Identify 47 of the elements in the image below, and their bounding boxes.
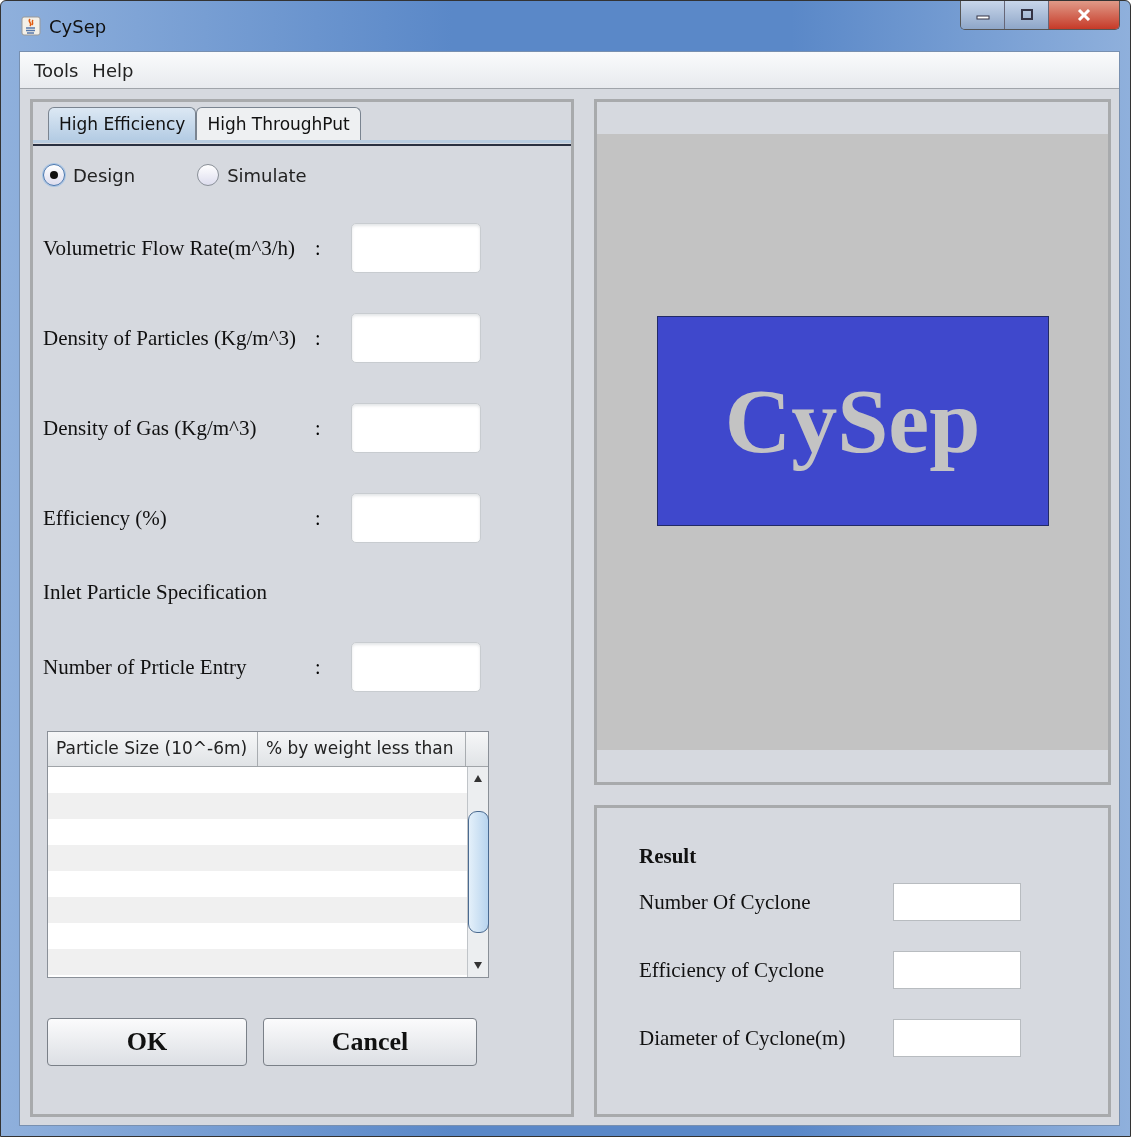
menu-item[interactable]: Tools <box>34 59 79 81</box>
colon: : <box>315 326 322 350</box>
column-header[interactable]: % by weight less than <box>258 732 466 766</box>
cup-icon <box>21 16 41 36</box>
maximize-button[interactable] <box>1005 1 1049 29</box>
result-field[interactable] <box>893 1019 1021 1057</box>
vertical-scrollbar[interactable] <box>467 767 488 977</box>
minimize-button[interactable] <box>961 1 1005 29</box>
input-field[interactable] <box>351 313 481 363</box>
window-title: CySep <box>49 15 107 37</box>
menu-item[interactable]: Help <box>92 59 134 81</box>
logo: CySep <box>656 316 1049 526</box>
field-label: Volumetric Flow Rate(m^3/h) <box>43 235 297 261</box>
column-header[interactable]: Particle Size (10^-6m) <box>48 732 258 766</box>
maximize-icon <box>1019 9 1034 21</box>
radio-label: Simulate <box>227 164 307 186</box>
field-label: Density of Particles (Kg/m^3) <box>43 325 298 351</box>
result-field[interactable] <box>893 951 1021 989</box>
input-field[interactable] <box>351 223 481 273</box>
result-label: Efficiency of Cyclone <box>639 957 826 983</box>
colon: : <box>315 236 322 260</box>
tab[interactable]: High Efficiency <box>48 107 197 140</box>
colon: : <box>315 655 322 679</box>
close-icon <box>1076 9 1092 21</box>
input-field[interactable] <box>351 493 481 543</box>
field-label: Number of Prticle Entry <box>43 654 248 680</box>
radio-label: Design <box>73 164 136 186</box>
down-arrow-icon[interactable] <box>473 961 483 971</box>
section-heading: Inlet Particle Specification <box>42 579 268 605</box>
result-field[interactable] <box>893 883 1021 921</box>
tab[interactable]: High ThroughPut <box>196 107 361 140</box>
colon: : <box>315 416 322 440</box>
radio-button[interactable] <box>197 164 220 186</box>
close-button[interactable] <box>1049 1 1119 29</box>
field-label: Efficiency (%) <box>43 505 168 531</box>
dialog-button[interactable]: OK <box>47 1018 247 1066</box>
result-label: Diameter of Cyclone(m) <box>639 1025 847 1051</box>
field-label: Density of Gas (Kg/m^3) <box>43 415 258 441</box>
input-field[interactable] <box>351 642 481 692</box>
up-arrow-icon[interactable] <box>473 773 483 783</box>
scroll-thumb[interactable] <box>467 811 489 933</box>
radio-button[interactable] <box>43 164 65 186</box>
dialog-button[interactable]: Cancel <box>263 1018 477 1066</box>
input-field[interactable] <box>351 403 481 453</box>
colon: : <box>315 506 322 530</box>
result-label: Number Of Cyclone <box>639 889 812 915</box>
result-title: Result <box>639 844 698 869</box>
